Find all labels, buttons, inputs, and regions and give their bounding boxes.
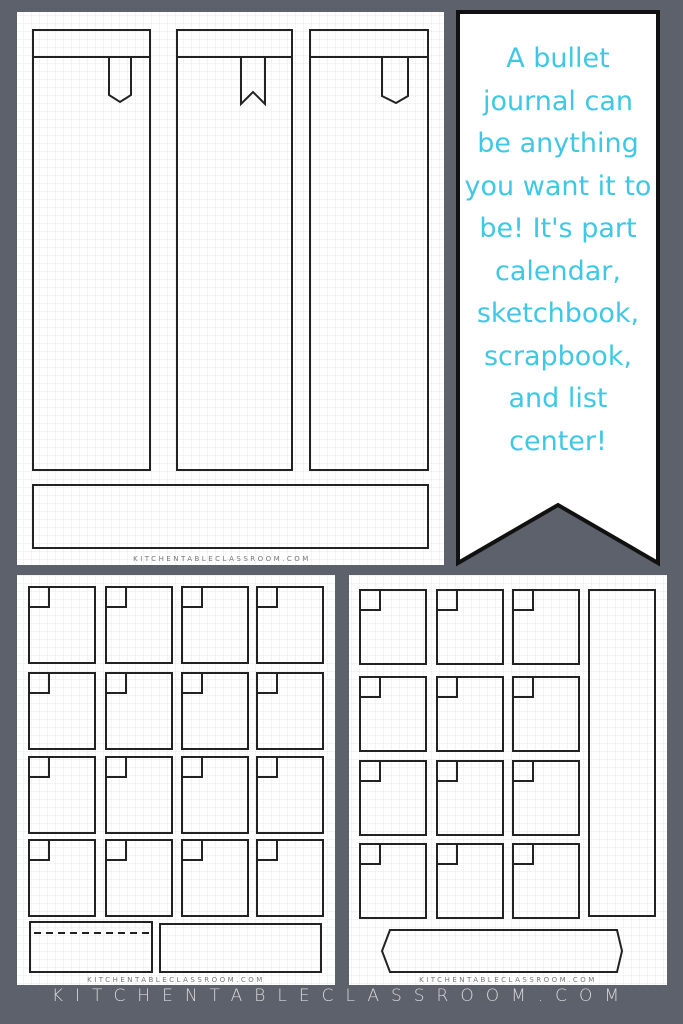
banner-text: A bullet journal can be anything you wan… [464, 43, 652, 457]
weekly-grid-template-page: KITCHENTABLECLASSROOM.COM [349, 575, 667, 985]
footer-site-name: KITCHENTABLECLASSROOM.COM [51, 986, 632, 1006]
watermark: KITCHENTABLECLASSROOM.COM [133, 555, 311, 563]
weekly-column-template-page: KITCHENTABLECLASSROOM.COM [17, 12, 444, 565]
watermark: KITCHENTABLECLASSROOM.COM [87, 976, 265, 984]
monthly-grid-template-page: KITCHENTABLECLASSROOM.COM [17, 575, 335, 985]
watermark: KITCHENTABLECLASSROOM.COM [419, 976, 597, 984]
